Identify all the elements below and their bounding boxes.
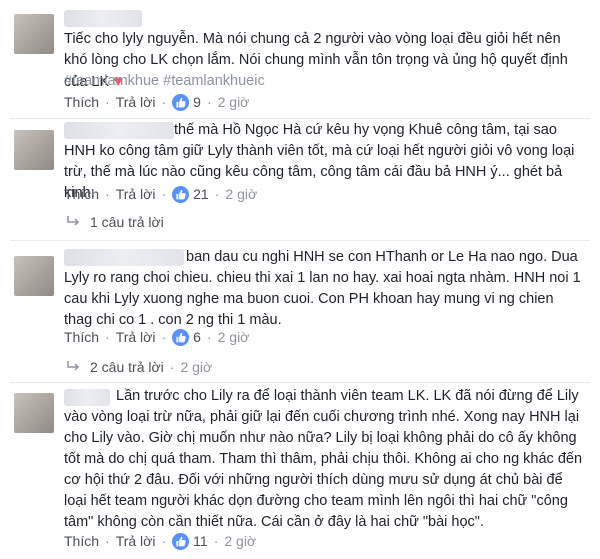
like-button[interactable]: Thích [64, 533, 99, 549]
reply-arrow-icon [67, 361, 80, 371]
separator: · [161, 186, 167, 202]
comment-actions: Thích · Trả lời · 11 · 2 giờ [64, 531, 256, 551]
separator: · [161, 329, 167, 345]
thumbs-up-icon[interactable] [172, 93, 190, 111]
comment-actions: Thích · Trả lời · 21 · 2 giờ [64, 184, 257, 204]
thumbs-up-icon[interactable] [172, 532, 190, 550]
timestamp[interactable]: 2 giờ [218, 94, 250, 110]
comment-actions: Thích · Trả lời · 6 · 2 giờ [64, 327, 249, 347]
thumbs-up-icon[interactable] [172, 328, 190, 346]
like-button[interactable]: Thích [64, 329, 99, 345]
separator: · [169, 359, 175, 375]
avatar[interactable] [14, 130, 54, 170]
reply-button[interactable]: Trả lời [116, 533, 156, 549]
reply-arrow-icon [67, 216, 80, 226]
timestamp[interactable]: 2 giờ [225, 186, 257, 202]
separator: · [206, 94, 212, 110]
replies-count-label[interactable]: 1 câu trả lời [90, 214, 164, 230]
separator: · [214, 186, 220, 202]
reply-button[interactable]: Trả lời [116, 186, 156, 202]
separator: · [161, 94, 167, 110]
avatar[interactable] [14, 393, 54, 433]
separator: · [105, 94, 110, 110]
like-count[interactable]: 21 [193, 186, 209, 202]
reply-button[interactable]: Trả lời [116, 94, 156, 110]
separator: · [105, 186, 110, 202]
timestamp[interactable]: 2 giờ [218, 329, 250, 345]
like-count[interactable]: 11 [193, 533, 208, 549]
view-replies-link[interactable]: 2 câu trả lời · 2 giờ [66, 357, 212, 377]
avatar[interactable] [14, 256, 54, 296]
separator: · [206, 329, 212, 345]
like-count[interactable]: 9 [193, 94, 201, 110]
separator: · [105, 329, 110, 345]
timestamp[interactable]: 2 giờ [224, 533, 256, 549]
divider [10, 382, 590, 383]
like-button[interactable]: Thích [64, 94, 99, 110]
thumbs-up-icon[interactable] [172, 185, 190, 203]
replies-count-label[interactable]: 2 câu trả lời [90, 359, 164, 375]
reply-button[interactable]: Trả lời [116, 329, 156, 345]
separator: · [105, 533, 110, 549]
comment-actions: Thích · Trả lời · 9 · 2 giờ [64, 92, 249, 112]
comment-text: Lần trước cho Lily ra để loại thành viên… [64, 388, 583, 530]
view-replies-link[interactable]: 1 câu trả lời [66, 212, 164, 232]
separator: · [161, 533, 167, 549]
like-button[interactable]: Thích [64, 186, 99, 202]
divider [10, 240, 590, 241]
comment-text: ban dau cu nghi HNH se con HThanh or Le … [64, 249, 581, 328]
divider [10, 118, 590, 119]
avatar[interactable] [14, 14, 54, 54]
timestamp[interactable]: 2 giờ [180, 359, 212, 375]
separator: · [213, 533, 219, 549]
hashtags[interactable]: #teamlamkhue #teamlankhueic [64, 71, 584, 92]
like-count[interactable]: 6 [193, 329, 201, 345]
